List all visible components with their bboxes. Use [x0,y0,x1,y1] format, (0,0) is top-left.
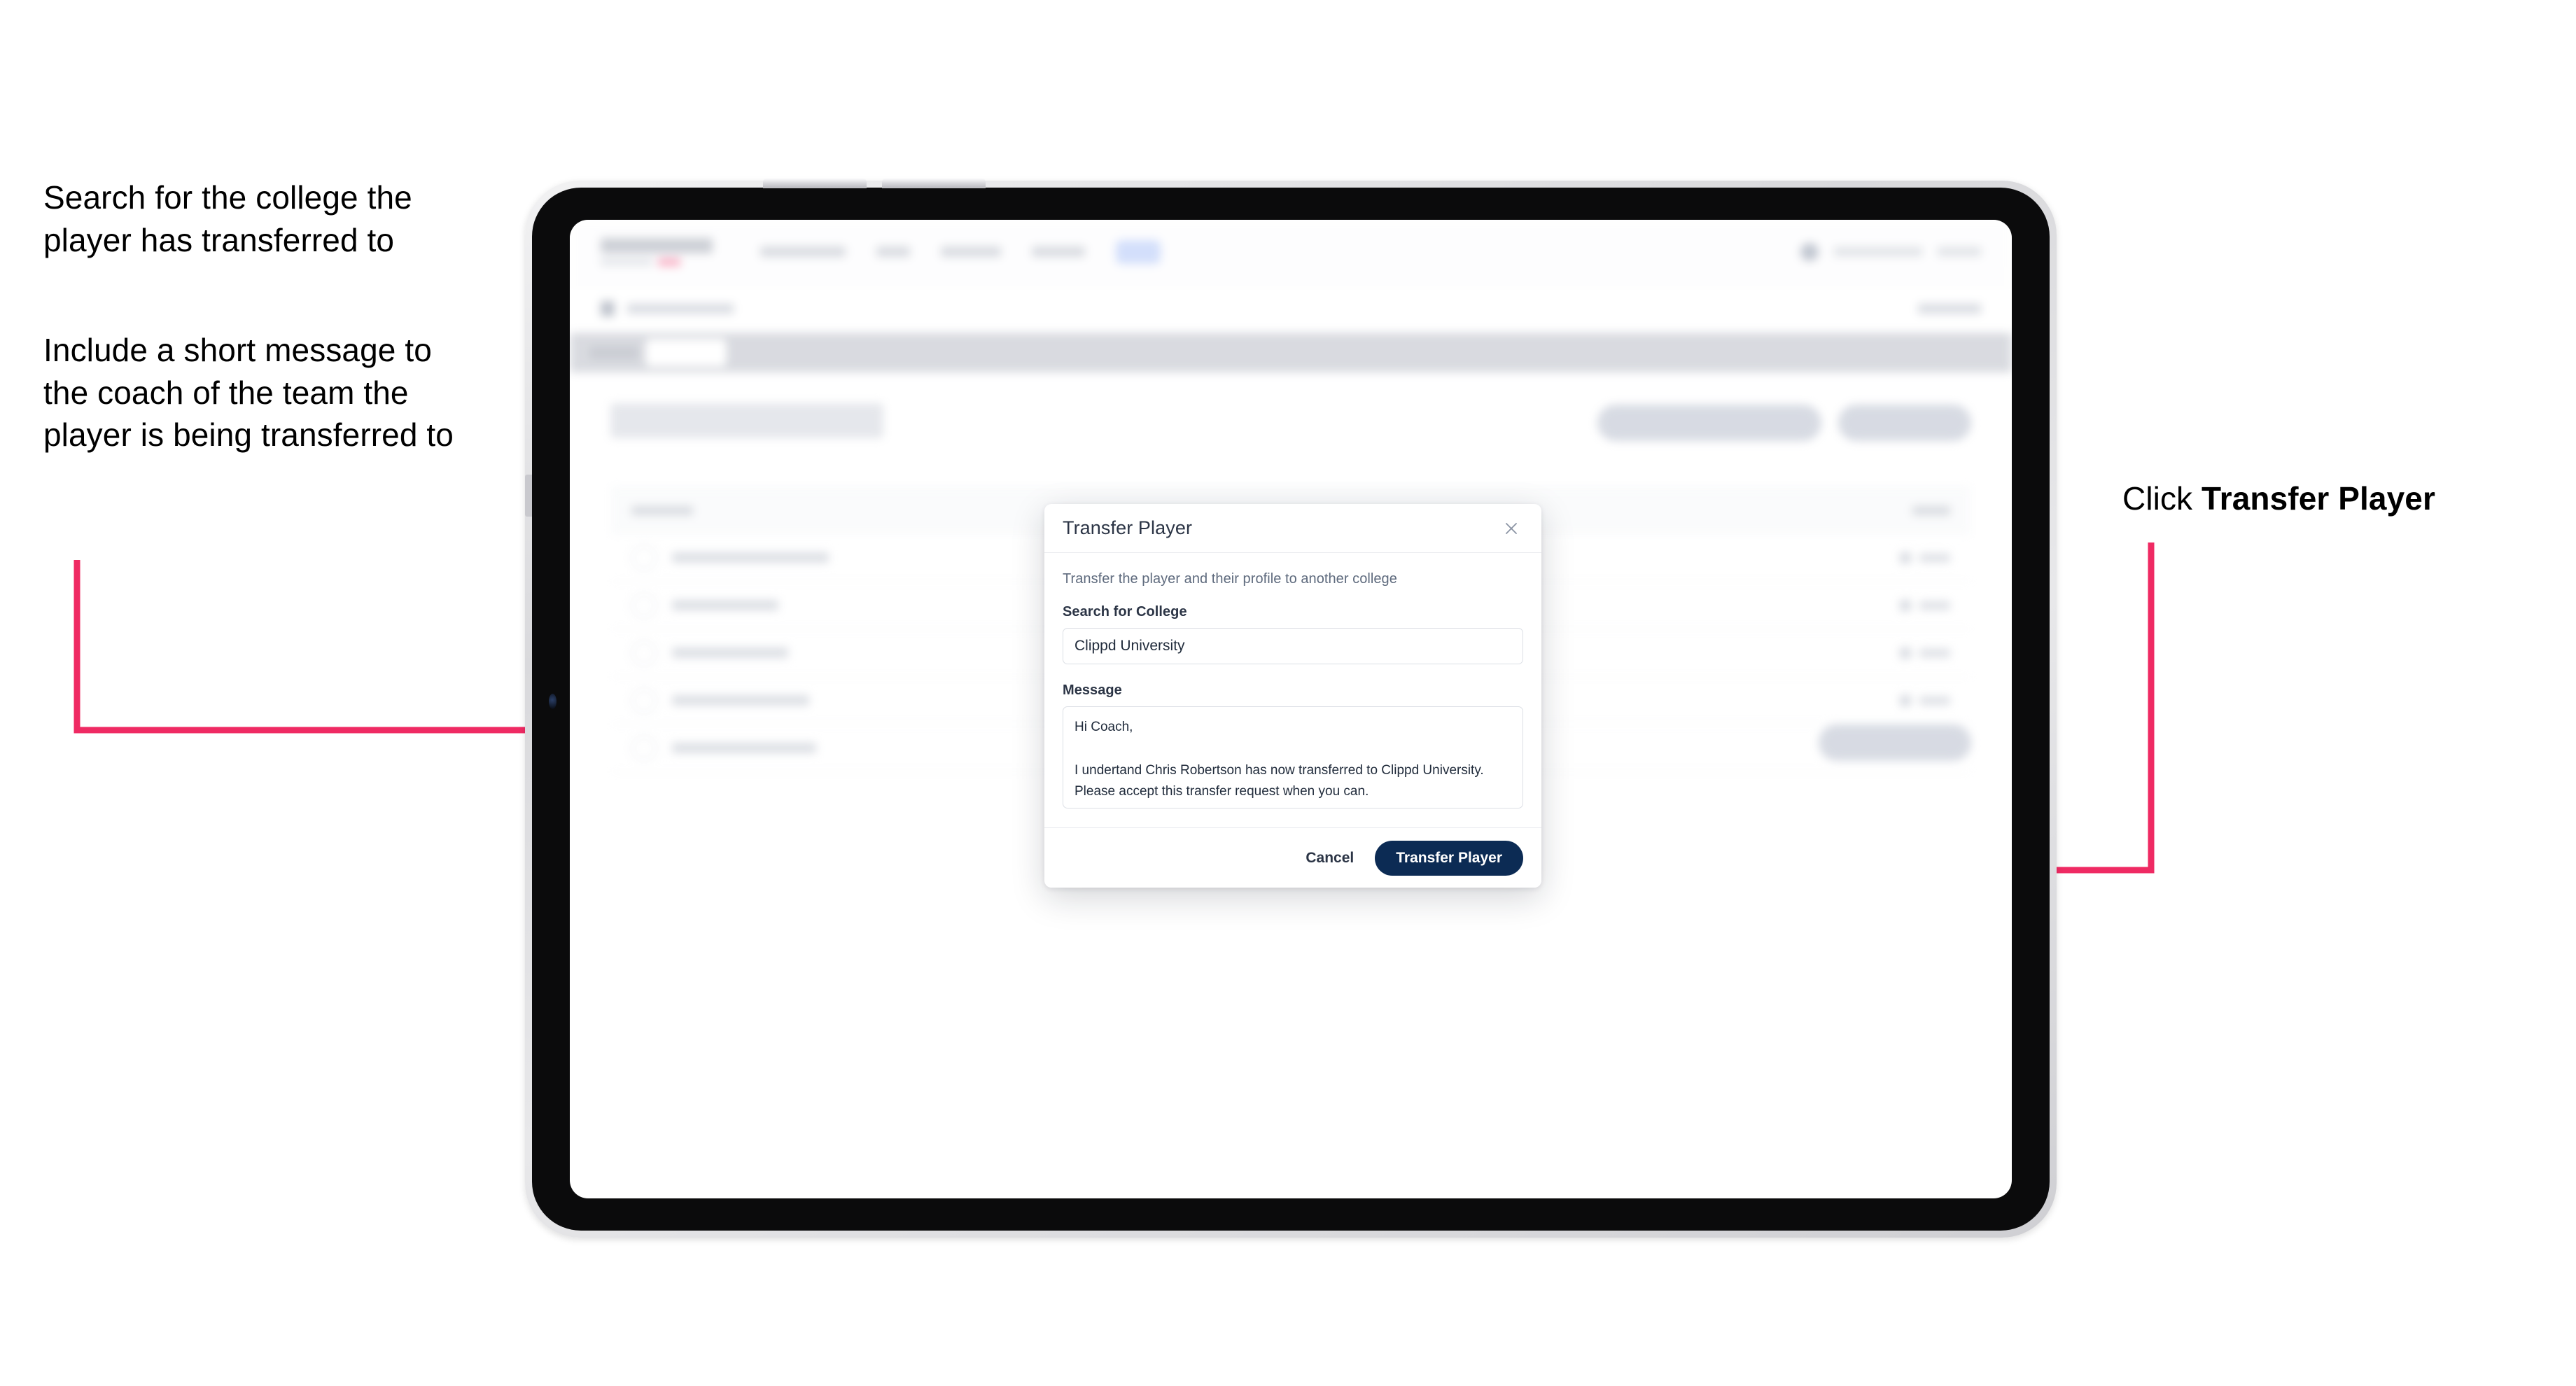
modal-body: Transfer the player and their profile to… [1044,553,1541,826]
brand-subtitle [601,258,713,266]
page-title [610,403,883,438]
close-icon[interactable] [1499,517,1523,540]
main-navigation [760,239,1161,264]
annotation-right-bold: Transfer Player [2202,480,2435,517]
brand-subtitle-text [601,258,652,265]
player-name [672,743,816,753]
annotation-right-prefix: Click [2122,480,2202,517]
message-label: Message [1063,682,1122,698]
nav-item-tournaments[interactable] [760,246,846,257]
avatar [631,640,657,666]
annotation-search-college: Search for the college the player has tr… [43,179,412,258]
search-college-input[interactable] [1063,628,1523,664]
device-side-marker [525,475,532,517]
edit-action[interactable] [1898,598,1950,612]
edit-label [1919,601,1950,610]
edit-label [1919,696,1950,705]
user-name-label [1834,247,1922,256]
brand-wordmark [601,237,713,253]
tab-roster[interactable] [645,339,727,367]
avatar [631,545,657,570]
modal-description: Transfer the player and their profile to… [1063,571,1397,587]
modal-footer: Cancel Transfer Player [1044,827,1541,888]
tab-bar [570,333,2012,372]
pencil-icon [1898,645,1912,660]
brand-logo[interactable] [601,237,713,266]
annotation-click-transfer-player: Click Transfer Player [2122,477,2556,520]
brand-accent-mark [658,258,680,266]
pencil-icon [1898,693,1912,708]
column-header-name [631,506,693,515]
player-name [672,600,778,610]
annotation-include-message: Include a short message to the coach of … [43,332,454,454]
transfer-player-modal: Transfer Player Transfer the player and … [1044,504,1541,888]
nav-item-leaderboard[interactable] [941,246,1001,257]
app-header [570,220,2012,284]
modal-header: Transfer Player [1044,504,1541,553]
message-textarea[interactable] [1063,706,1523,808]
transfer-player-button[interactable]: Transfer Player [1375,840,1523,876]
user-menu [1800,242,1981,261]
edit-action[interactable] [1898,645,1950,660]
volume-down-button[interactable] [882,178,986,188]
edit-action[interactable] [1898,693,1950,708]
request-team-transfer-button[interactable] [1597,405,1821,441]
cancel-link[interactable] [1918,303,1981,314]
edit-label [1919,553,1950,562]
player-name [672,695,809,706]
nav-item-teams[interactable] [876,246,910,257]
nav-item-world-poty[interactable] [1032,246,1085,257]
field-search-college: Search for College [1063,604,1523,664]
column-header-edit [1912,506,1950,515]
pencil-icon [1898,598,1912,612]
nav-item-roster[interactable] [1116,239,1161,264]
search-college-label: Search for College [1063,604,1187,620]
sign-out-button[interactable] [1938,247,1981,256]
breadcrumb[interactable] [627,303,734,314]
pencil-icon [1898,550,1912,565]
field-message: Message [1063,682,1523,812]
volume-up-button[interactable] [763,178,867,188]
breadcrumb-bar [570,284,2012,333]
avatar [631,687,657,713]
avatar [631,735,657,761]
cancel-button[interactable]: Cancel [1301,844,1358,872]
player-name [672,552,829,563]
avatar[interactable] [1800,242,1819,261]
breadcrumb-icon [601,300,615,316]
action-buttons [1597,405,1971,441]
save-roster-updates-button[interactable] [1819,724,1971,761]
edit-label [1919,648,1950,657]
front-camera [549,693,556,709]
tab-details[interactable] [589,346,638,359]
avatar [631,592,657,618]
player-name [672,648,788,658]
modal-title: Transfer Player [1063,517,1193,538]
edit-action[interactable] [1898,550,1950,565]
add-player-button[interactable] [1838,405,1971,441]
